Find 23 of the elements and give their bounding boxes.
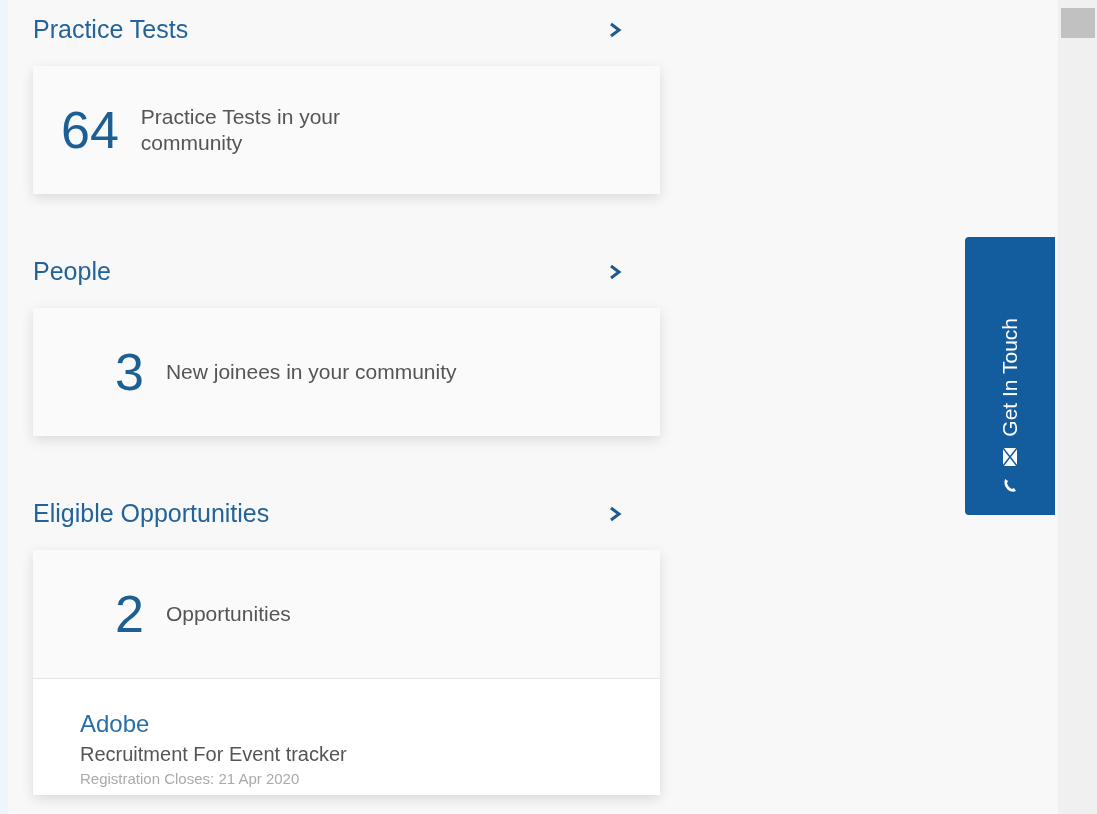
count-caption: Opportunities: [165, 601, 292, 627]
get-in-touch-tab[interactable]: Get In Touch: [965, 237, 1055, 515]
summary-card[interactable]: 2 Opportunities Adobe Recruitment For Event tracker Registration Closes: 21 Apr 2020: [33, 550, 660, 795]
chevron-right-icon[interactable]: [608, 22, 622, 38]
section-title: Practice Tests: [33, 14, 189, 46]
scrollbar-thumb[interactable]: [1060, 8, 1095, 38]
chevron-right-icon[interactable]: [608, 506, 622, 522]
summary-card[interactable]: 64 Practice Tests in your community: [33, 66, 660, 194]
registration-deadline: Registration Closes: 21 Apr 2020: [80, 769, 301, 789]
section-title: Eligible Opportunities: [33, 498, 270, 530]
section-title: People: [33, 256, 111, 288]
mail-icon: [1002, 447, 1018, 467]
count-caption: New joinees in your community: [165, 359, 458, 385]
opportunity-title: Recruitment For Event tracker: [80, 742, 348, 767]
count-caption: Practice Tests in your community: [140, 104, 342, 156]
phone-icon: [1002, 477, 1018, 493]
count-number: 2: [115, 588, 144, 640]
count-number: 64: [61, 104, 119, 156]
tab-label: Get In Touch: [997, 318, 1023, 437]
count-number: 3: [115, 346, 144, 398]
summary-card[interactable]: 3 New joinees in your community: [33, 308, 660, 436]
chevron-right-icon[interactable]: [608, 264, 622, 280]
company-name[interactable]: Adobe: [80, 709, 660, 739]
